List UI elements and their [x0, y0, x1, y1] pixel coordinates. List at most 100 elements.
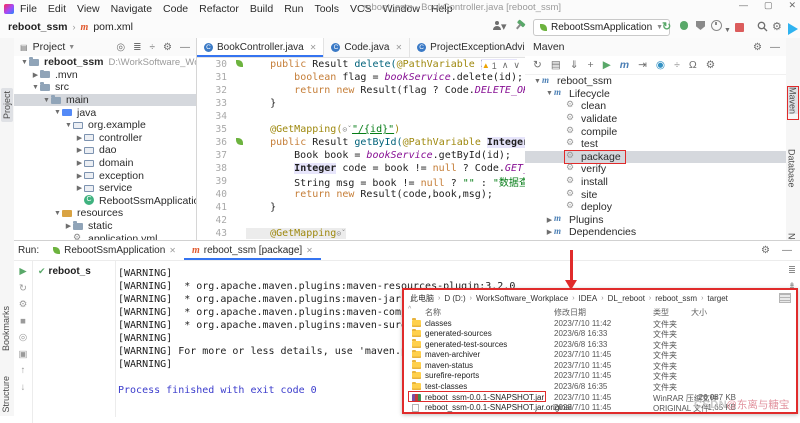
tree-item-clean[interactable]: clean — [525, 99, 786, 113]
tree-item-validate[interactable]: validate — [525, 112, 786, 126]
execute-goal-icon[interactable]: ▤ — [551, 59, 561, 71]
collapse-down-icon[interactable]: ↓ — [21, 382, 26, 393]
chevron-right-icon[interactable]: ▶ — [75, 134, 84, 142]
spring-mapping-gutter-icon[interactable] — [232, 59, 246, 70]
breadcrumb-file[interactable]: pom.xml — [93, 21, 133, 33]
stop-icon[interactable]: ■ — [20, 316, 26, 327]
menu-item-navigate[interactable]: Navigate — [111, 3, 152, 15]
chevron-down-icon[interactable]: ▼ — [545, 90, 554, 97]
tree-item-install[interactable]: install — [525, 175, 786, 189]
build-hammer-icon[interactable] — [515, 20, 525, 34]
chevron-down-icon[interactable]: ▼ — [42, 97, 51, 104]
editor[interactable]: C BookController.java ✕ C Code.java ✕ C Project… — [196, 38, 527, 240]
close-tab-icon[interactable]: ✕ — [395, 43, 402, 52]
editor-tab-code-java[interactable]: C Code.java ✕ — [324, 38, 411, 57]
tree-item-domain[interactable]: ▶ domain — [14, 157, 196, 170]
offline-icon[interactable]: ◉ — [656, 59, 665, 71]
breadcrumb-project[interactable]: reboot_ssm — [8, 21, 68, 33]
tree-item-controller[interactable]: ▶ controller — [14, 132, 196, 145]
search-icon[interactable] — [757, 21, 768, 32]
tool-tab-maven[interactable]: Maven — [786, 86, 799, 121]
spring-mapping-gutter-icon[interactable] — [232, 137, 246, 148]
maximize-button[interactable]: ▢ — [764, 0, 773, 11]
file-row[interactable]: test-classes 2023/6/8 16:35 文件夹 — [404, 381, 796, 393]
hide-panel-icon[interactable]: — — [782, 245, 792, 256]
chevron-right-icon[interactable]: ▶ — [75, 172, 84, 180]
skip-tests-icon[interactable]: ⇥ — [638, 59, 647, 71]
menu-item-file[interactable]: File — [20, 3, 37, 15]
path-segment[interactable]: D (D:) — [444, 294, 465, 303]
file-row[interactable]: generated-sources 2023/6/8 16:33 文件夹 — [404, 328, 796, 340]
tree-item-lifecycle[interactable]: ▼ Lifecycle — [525, 87, 786, 101]
settings-icon[interactable]: ⚙ — [706, 59, 715, 71]
stop-button[interactable] — [735, 22, 744, 36]
chevron-down-icon[interactable]: ▼ — [64, 122, 73, 129]
menu-item-view[interactable]: View — [77, 3, 100, 15]
tool-tab-structure[interactable]: Structure — [1, 376, 11, 413]
tree-item-package[interactable]: package — [525, 150, 786, 165]
tree-item-service[interactable]: ▶ service — [14, 182, 196, 195]
panel-settings-gear-icon[interactable]: ⚙ — [761, 245, 770, 256]
chevron-down-icon[interactable]: ▼ — [533, 78, 542, 85]
maven-icon[interactable]: m — [620, 59, 629, 71]
path-segment[interactable]: target — [707, 294, 727, 303]
minimize-button[interactable]: — — [739, 0, 748, 11]
menu-item-tools[interactable]: Tools — [314, 3, 339, 15]
tree-item-site[interactable]: site — [525, 188, 786, 201]
tree-item-verify[interactable]: verify — [525, 162, 786, 176]
close-tab-icon[interactable]: ✕ — [169, 246, 176, 255]
chevron-down-icon[interactable]: ▼ — [31, 84, 40, 91]
tool-tab-database[interactable]: Database — [787, 149, 797, 193]
expand-up-icon[interactable]: ↑ — [21, 365, 26, 376]
run-button[interactable]: ↻ — [662, 20, 671, 34]
hide-panel-icon[interactable]: — — [180, 42, 190, 53]
run-tree-item[interactable]: reboot_s — [49, 266, 91, 277]
locate-icon[interactable]: ◎ — [116, 42, 125, 53]
tree-item-org-example[interactable]: ▼ org.example — [14, 119, 196, 132]
panel-settings-gear-icon[interactable]: ⚙ — [753, 42, 762, 53]
code-area[interactable]: 30 public Result delete(@PathVariable In… — [197, 58, 526, 240]
run-icon[interactable]: ▶ — [603, 59, 611, 71]
rerun-icon[interactable]: ▶ — [19, 266, 26, 277]
collapse-icon[interactable]: ÷ — [674, 59, 680, 71]
path-segment[interactable]: DL_reboot — [608, 294, 645, 303]
tree-item-resources[interactable]: ▼ resources — [14, 207, 196, 220]
chevron-down-icon[interactable]: ▼ — [68, 44, 75, 51]
tree-item-compile[interactable]: compile — [525, 125, 786, 138]
tree-item-main[interactable]: ▼ main — [14, 93, 196, 107]
add-icon[interactable]: + — [588, 59, 594, 71]
run-tab-reboot-ssm-package-[interactable]: m reboot_ssm [package] ✕ — [184, 241, 321, 260]
path-segment[interactable]: 此电脑 — [410, 293, 434, 304]
chevron-down-icon[interactable]: ▼ — [53, 210, 62, 217]
path-segment[interactable]: WorkSoftware_Workplace — [476, 294, 568, 303]
editor-tab-bookcontroller-java[interactable]: C BookController.java ✕ — [197, 38, 325, 57]
search-icon[interactable]: Ω — [689, 59, 697, 71]
target-icon[interactable]: ◎ — [19, 332, 27, 343]
chevron-right-icon[interactable]: ▶ — [64, 222, 73, 230]
tree-item--mvn[interactable]: ▶ .mvn — [14, 69, 196, 82]
view-grid-icon[interactable] — [779, 293, 791, 303]
debug-button[interactable] — [680, 20, 688, 34]
prev-warning-icon[interactable]: ∧ — [502, 60, 509, 71]
tool-tab-project[interactable]: Project — [1, 88, 13, 123]
tree-item-src[interactable]: ▼ src — [14, 81, 196, 94]
panel-settings-gear-icon[interactable]: ⚙ — [163, 42, 172, 53]
menu-item-run[interactable]: Run — [284, 3, 303, 15]
menu-item-refactor[interactable]: Refactor — [199, 3, 239, 15]
chevron-right-icon[interactable]: ▶ — [545, 228, 554, 236]
run-tab-rebootssmapplication[interactable]: RebootSsmApplication ✕ — [45, 241, 184, 260]
chevron-right-icon[interactable]: ▶ — [75, 146, 84, 154]
column-header-1[interactable]: 修改日期 — [554, 307, 586, 318]
hide-panel-icon[interactable]: — — [770, 42, 780, 53]
settings-gear-icon[interactable]: ⚙ — [772, 20, 782, 34]
tree-item-dao[interactable]: ▶ dao — [14, 144, 196, 157]
tree-item-dependencies[interactable]: ▶ Dependencies — [525, 226, 786, 239]
collapse-all-icon[interactable]: ÷ — [150, 42, 156, 53]
file-row[interactable]: maven-status 2023/7/10 11:45 文件夹 — [404, 360, 796, 371]
chevron-down-icon[interactable]: ▼ — [724, 24, 731, 38]
soft-wrap-icon[interactable]: ≣ — [788, 265, 796, 276]
project-panel-title[interactable]: Project — [33, 41, 66, 53]
menu-item-edit[interactable]: Edit — [48, 3, 66, 15]
refresh-icon[interactable]: ↻ — [533, 59, 542, 71]
chevron-right-icon[interactable]: ▶ — [75, 159, 84, 167]
